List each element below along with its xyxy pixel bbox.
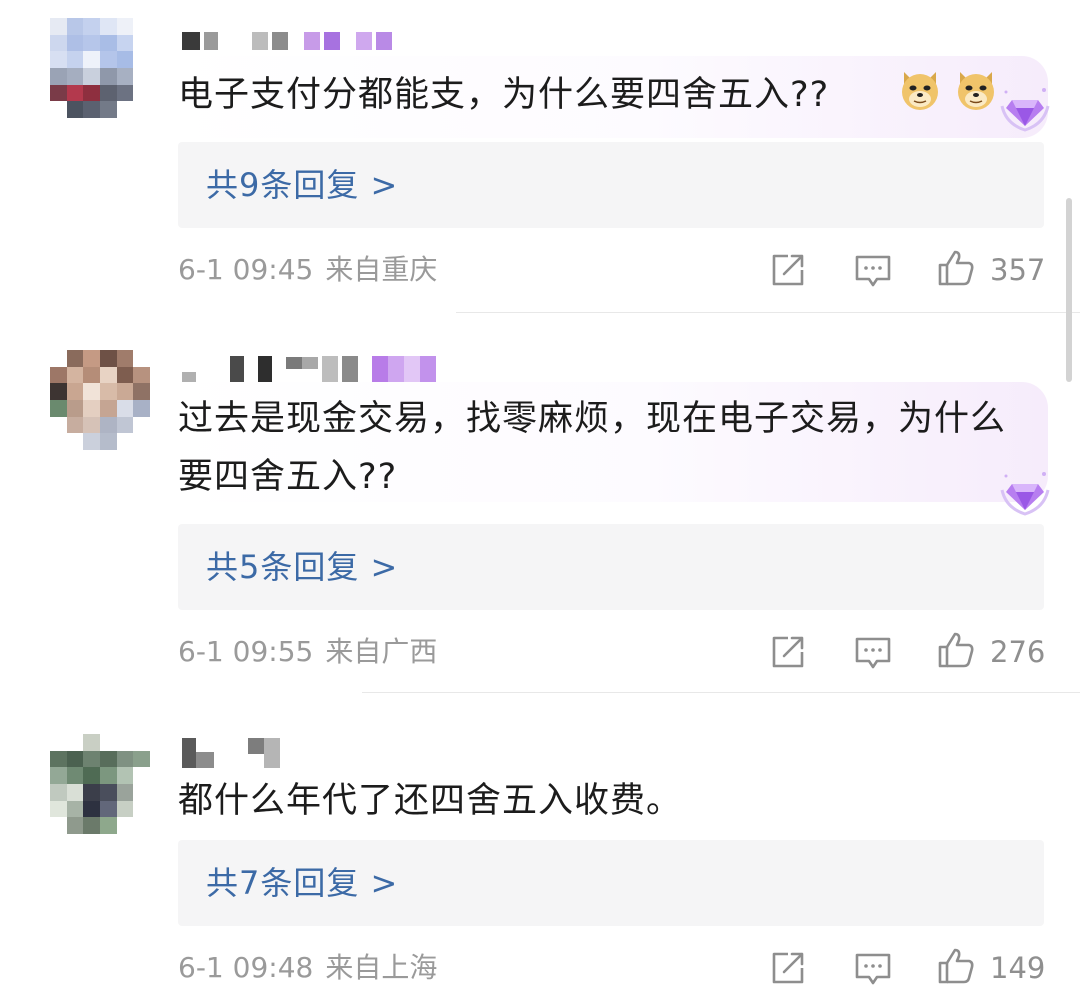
like-count: 276 (990, 635, 1046, 669)
divider (362, 692, 1080, 693)
comment-meta: 6-1 09:45 来自重庆 (178, 250, 437, 290)
share-square-icon[interactable] (768, 632, 808, 672)
view-replies-label: 共7条回复 > (206, 864, 399, 902)
comment-location: 来自广西 (325, 635, 438, 668)
comment-time: 6-1 09:45 (178, 253, 314, 286)
thumbs-up-icon[interactable] (936, 946, 976, 986)
divider (456, 312, 1080, 313)
comment-text: 都什么年代了还四舍五入收费。 (178, 781, 683, 821)
thumbs-up-icon[interactable] (936, 248, 976, 288)
comment-time: 6-1 09:48 (178, 951, 314, 984)
share-square-icon[interactable] (768, 948, 808, 988)
username-redacted[interactable] (182, 738, 284, 768)
comment-location: 来自上海 (325, 951, 438, 984)
comment-time: 6-1 09:55 (178, 635, 314, 668)
username-redacted[interactable] (182, 356, 440, 384)
username-redacted[interactable] (182, 30, 396, 52)
avatar[interactable] (50, 350, 150, 450)
view-replies-label: 共9条回复 > (206, 166, 399, 204)
comment-icon[interactable] (853, 250, 893, 290)
view-replies-button[interactable]: 共5条回复 > (178, 524, 1044, 610)
scrollbar[interactable] (1066, 198, 1072, 382)
purple-diamond-badge-icon (1000, 472, 1050, 516)
avatar[interactable] (50, 18, 150, 118)
comment-meta: 6-1 09:55 来自广西 (178, 632, 437, 672)
like-count: 357 (990, 253, 1046, 287)
thumbs-up-icon[interactable] (936, 630, 976, 670)
doge-emoji-icon (958, 72, 994, 110)
comment-icon[interactable] (853, 948, 893, 988)
comment-meta: 6-1 09:48 来自上海 (178, 948, 437, 988)
comment-text: 过去是现金交易，找零麻烦，现在电子交易，为什么要四舍五入?? (178, 399, 1007, 497)
view-replies-button[interactable]: 共9条回复 > (178, 142, 1044, 228)
like-count: 149 (990, 951, 1046, 985)
view-replies-button[interactable]: 共7条回复 > (178, 840, 1044, 926)
avatar[interactable] (50, 734, 150, 834)
comment-list: 电子支付分都能支，为什么要四舍五入?? 共9条回复 > 6-1 09:45 来自… (0, 0, 1080, 998)
purple-diamond-badge-icon (1000, 88, 1050, 132)
view-replies-label: 共5条回复 > (206, 548, 399, 586)
share-square-icon[interactable] (768, 250, 808, 290)
comment-location: 来自重庆 (325, 253, 438, 286)
doge-emoji-icon (902, 72, 938, 110)
comment-icon[interactable] (853, 632, 893, 672)
